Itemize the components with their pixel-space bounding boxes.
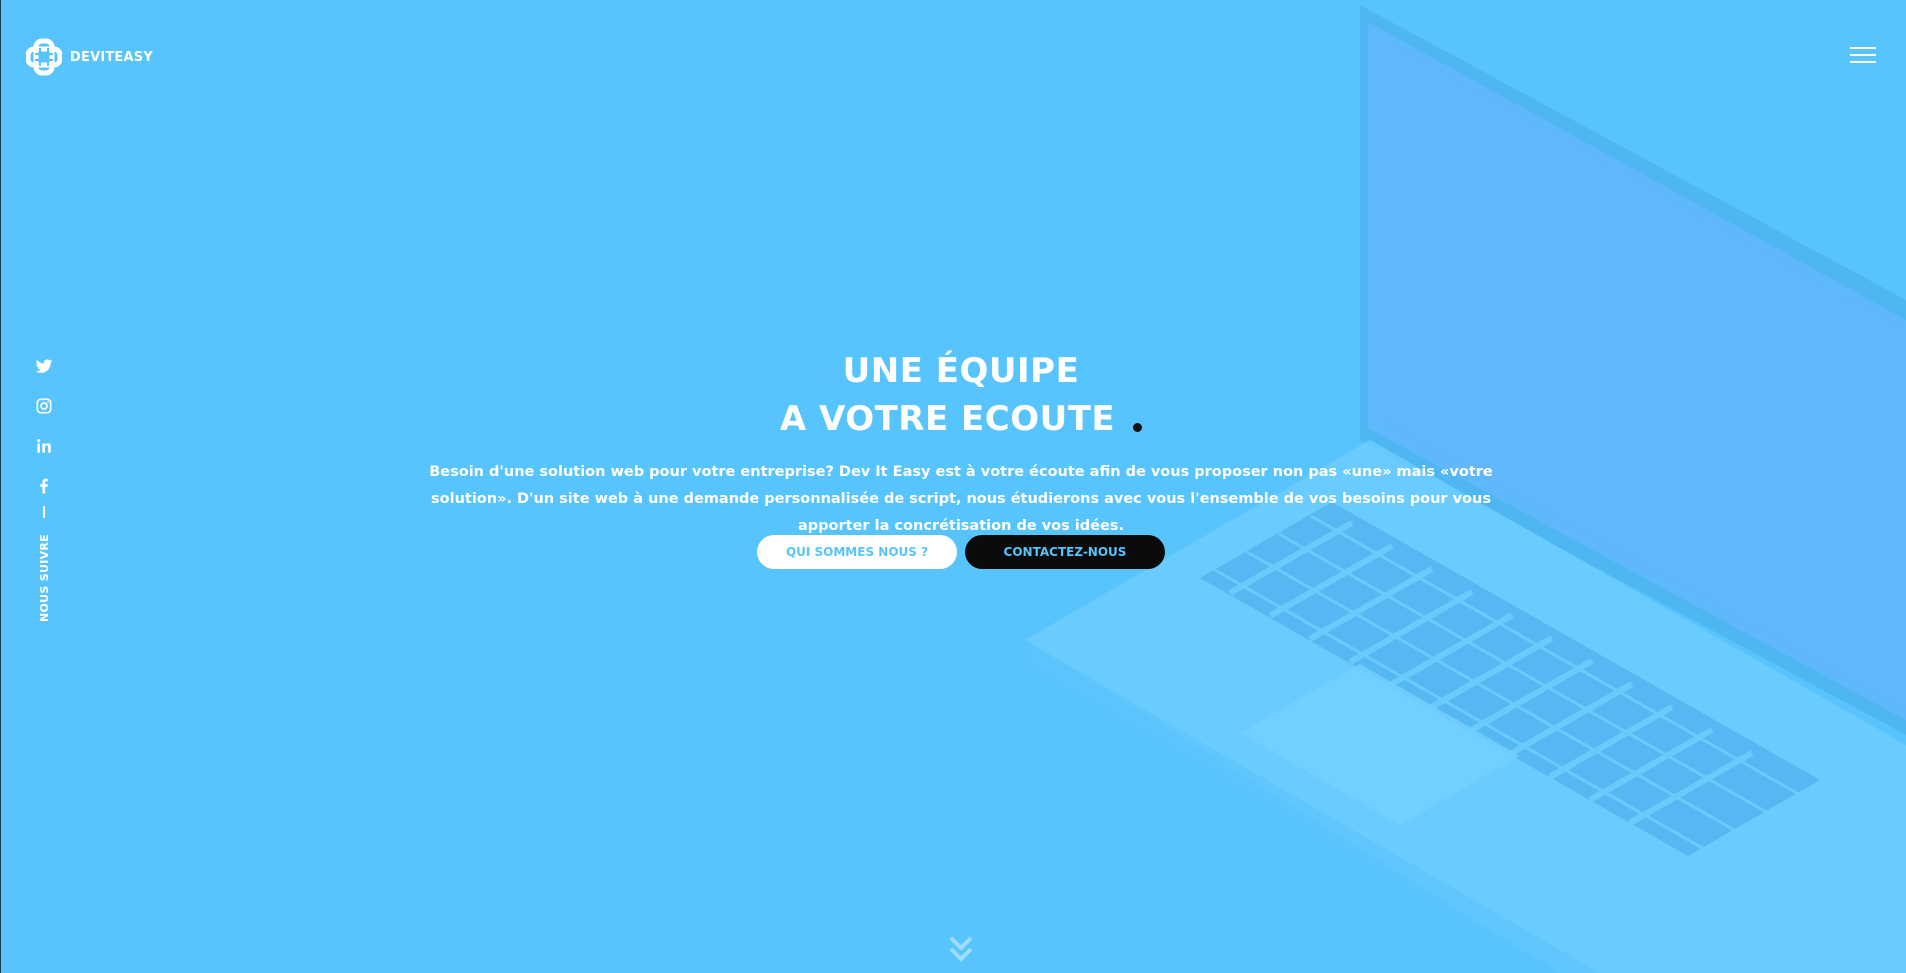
hamburger-menu-icon[interactable]	[1850, 47, 1876, 65]
about-us-button[interactable]: QUI SOMMES NOUS ?	[757, 535, 957, 569]
hero-title: UNE ÉQUIPE A VOTRE ECOUTE	[0, 347, 1906, 443]
hero-buttons: QUI SOMMES NOUS ? CONTACTEZ-NOUS	[757, 535, 1165, 569]
hero-title-line2: A VOTRE ECOUTE	[779, 399, 1116, 439]
title-dot	[1133, 423, 1143, 432]
brand-name: DEVITEASY	[70, 49, 153, 65]
hero-description: Besoin d'une solution web pour votre ent…	[429, 464, 1493, 534]
hero-section: UNE ÉQUIPE A VOTRE ECOUTE Besoin d'une s…	[0, 347, 1906, 540]
double-chevron-down-icon[interactable]	[948, 935, 974, 965]
hashtag-cross-logo-icon	[26, 38, 62, 76]
contact-us-button[interactable]: CONTACTEZ-NOUS	[965, 535, 1165, 569]
follow-label: NOUS SUIVRE	[37, 534, 51, 622]
brand-logo[interactable]: DEVITEASY	[26, 38, 153, 76]
hero-title-line1: UNE ÉQUIPE	[842, 351, 1080, 391]
